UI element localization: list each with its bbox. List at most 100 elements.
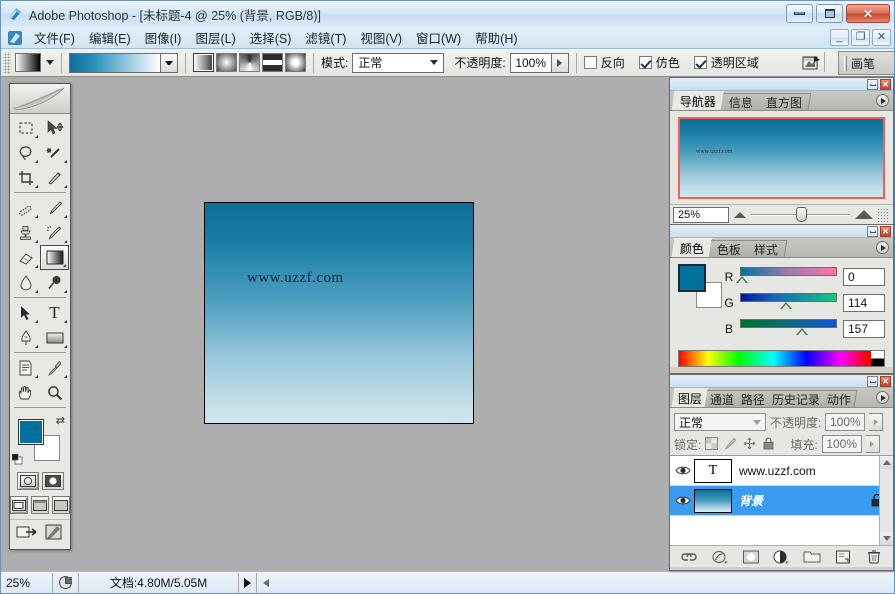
opacity-slider-button[interactable]: [551, 52, 569, 73]
full-screen-with-menubar-button[interactable]: [31, 496, 49, 514]
link-layers-button[interactable]: [680, 548, 698, 566]
quick-mask-mode-button[interactable]: [41, 472, 64, 490]
layer-thumbnail[interactable]: [694, 488, 732, 513]
type-tool[interactable]: T: [40, 300, 69, 325]
layer-fill-slider-button[interactable]: [865, 435, 880, 453]
gradient-preset-chevron-down-icon[interactable]: [46, 60, 54, 65]
channel-slider-knob-r[interactable]: [736, 276, 748, 283]
radial-gradient-button[interactable]: [216, 53, 237, 72]
imageready-icon[interactable]: [44, 523, 64, 544]
menu-help[interactable]: 帮助(H): [468, 26, 524, 49]
new-layer-button[interactable]: [834, 548, 852, 566]
dither-checkbox[interactable]: [638, 56, 652, 69]
color-panel-foreground-swatch[interactable]: [678, 264, 706, 292]
menu-edit[interactable]: 编辑(E): [82, 26, 138, 49]
delete-layer-button[interactable]: [865, 548, 883, 566]
dodge-tool[interactable]: [40, 270, 69, 295]
color-panel-menu-button[interactable]: [876, 241, 889, 254]
zoom-in-icon[interactable]: [855, 210, 873, 219]
new-group-button[interactable]: [803, 548, 821, 566]
rectangle-shape-tool[interactable]: [40, 325, 69, 350]
layer-opacity-input[interactable]: 100%: [825, 413, 866, 431]
standard-screen-mode-button[interactable]: [10, 496, 28, 514]
file-browser-icon[interactable]: [800, 52, 824, 74]
channel-slider-knob-g[interactable]: [779, 302, 792, 309]
history-brush-tool[interactable]: [40, 220, 69, 245]
channel-value-r[interactable]: 0: [843, 268, 885, 286]
navigator-close-button[interactable]: ✕: [880, 79, 891, 90]
gradient-preview-swatch[interactable]: [69, 52, 161, 73]
lock-all-button[interactable]: [762, 437, 776, 451]
full-screen-mode-button[interactable]: [52, 496, 70, 514]
menu-select[interactable]: 选择(S): [243, 26, 299, 49]
standard-mask-mode-button[interactable]: [16, 472, 39, 490]
navigator-zoom-input[interactable]: 25%: [673, 206, 729, 223]
notes-tool[interactable]: [11, 355, 40, 380]
layer-blend-mode-select[interactable]: 正常: [674, 413, 766, 431]
lasso-tool[interactable]: [11, 140, 40, 165]
path-selection-tool[interactable]: [11, 300, 40, 325]
navigator-thumbnail[interactable]: www.uzzf.com: [678, 117, 885, 199]
table-row[interactable]: 背景: [670, 486, 893, 516]
navigator-panel-titlebar[interactable]: ✕: [670, 78, 893, 91]
add-layer-style-button[interactable]: [711, 548, 729, 566]
lock-position-button[interactable]: [743, 437, 757, 451]
pen-tool[interactable]: [11, 325, 40, 350]
document-image[interactable]: www.uzzf.com: [204, 202, 474, 424]
jump-to-imageready-icon[interactable]: [16, 523, 38, 544]
layer-thumbnail[interactable]: T: [694, 458, 732, 483]
document-canvas-area[interactable]: www.uzzf.com: [79, 77, 667, 571]
layers-panel-menu-button[interactable]: [876, 391, 889, 404]
channel-slider-knob-b[interactable]: [796, 328, 809, 335]
menu-image[interactable]: 图像(I): [138, 26, 189, 49]
menu-layer[interactable]: 图层(L): [188, 26, 242, 49]
channel-value-g[interactable]: 114: [843, 294, 885, 312]
tab-layers[interactable]: 图层: [671, 388, 710, 407]
transparency-checkbox-row[interactable]: 透明区域: [693, 54, 759, 71]
window-close-button[interactable]: ✕: [846, 4, 890, 23]
channel-value-b[interactable]: 157: [843, 320, 885, 338]
gradient-tool[interactable]: [40, 245, 69, 270]
zoom-tool[interactable]: [40, 380, 69, 405]
navigator-panel-menu-button[interactable]: [876, 94, 889, 107]
zoom-out-icon[interactable]: [734, 211, 746, 218]
magic-wand-tool[interactable]: [40, 140, 69, 165]
navigator-zoom-slider[interactable]: [751, 207, 850, 223]
channel-slider-g[interactable]: [740, 292, 837, 314]
blend-mode-select[interactable]: 正常: [352, 52, 445, 73]
opacity-input[interactable]: 100%: [509, 52, 552, 73]
tab-histogram[interactable]: 直方图: [757, 93, 812, 110]
gradient-tool-preset-icon[interactable]: [15, 53, 41, 72]
menu-file[interactable]: 文件(F): [27, 26, 82, 49]
layer-visibility-toggle[interactable]: [672, 495, 694, 506]
tab-navigator[interactable]: 导航器: [671, 91, 726, 110]
toolbox-header[interactable]: [10, 84, 70, 114]
tab-color[interactable]: 颜色: [671, 238, 714, 257]
status-document-info[interactable]: 文档:4.80M/5.05M: [79, 572, 239, 593]
swap-colors-icon[interactable]: ⇄: [56, 414, 65, 427]
table-row[interactable]: T www.uzzf.com: [670, 456, 893, 486]
scroll-down-button[interactable]: [880, 532, 893, 545]
lock-transparent-pixels-button[interactable]: [705, 437, 719, 451]
layers-panel-titlebar[interactable]: ✕: [670, 375, 893, 388]
blur-tool[interactable]: [11, 270, 40, 295]
rectangular-marquee-tool[interactable]: [11, 115, 40, 140]
window-minimize-button[interactable]: [786, 4, 813, 23]
add-layer-mask-button[interactable]: [742, 548, 760, 566]
palette-well[interactable]: 画笔: [838, 51, 894, 75]
channel-slider-b[interactable]: [740, 318, 837, 340]
reverse-checkbox-row[interactable]: 反向: [583, 54, 625, 71]
document-close-button[interactable]: ✕: [872, 29, 891, 46]
dither-checkbox-row[interactable]: 仿色: [638, 54, 680, 71]
reverse-checkbox[interactable]: [583, 56, 597, 69]
healing-brush-tool[interactable]: [11, 195, 40, 220]
layer-fill-input[interactable]: 100%: [821, 435, 862, 453]
layer-visibility-toggle[interactable]: [672, 465, 694, 476]
layers-close-button[interactable]: ✕: [880, 376, 891, 387]
slice-tool[interactable]: [40, 165, 69, 190]
layers-minimize-button[interactable]: [867, 376, 878, 387]
document-minimize-button[interactable]: _: [830, 29, 849, 46]
menu-view[interactable]: 视图(V): [353, 26, 409, 49]
color-panel-titlebar[interactable]: ✕: [670, 225, 893, 238]
layer-opacity-slider-button[interactable]: [869, 413, 884, 431]
